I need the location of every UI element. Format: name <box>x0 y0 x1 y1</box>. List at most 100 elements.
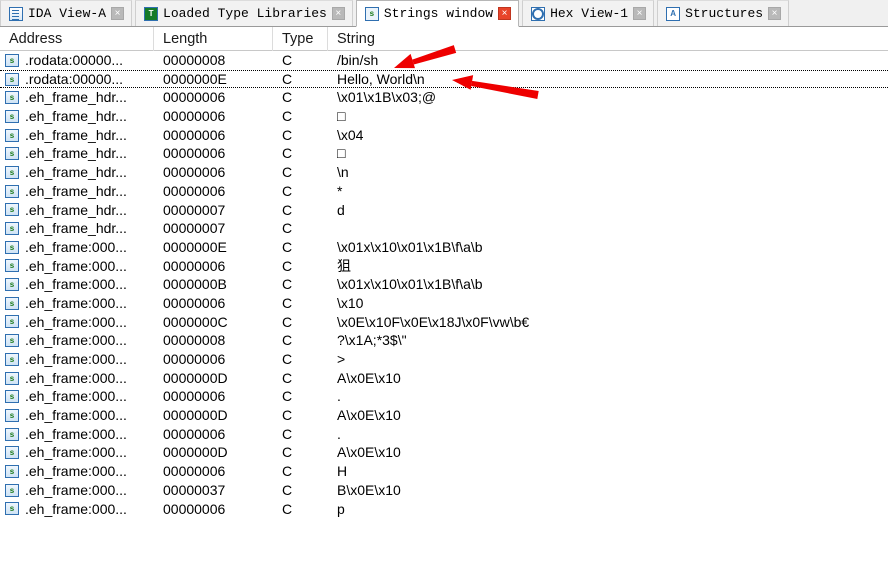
cell-address: s .eh_frame_hdr... <box>0 107 154 126</box>
cell-length: 0000000C <box>163 313 228 330</box>
address-text: .rodata:00000... <box>25 52 124 68</box>
tab-loaded-type-libraries[interactable]: T Loaded Type Libraries × <box>135 0 353 26</box>
cell-address: s .eh_frame:000... <box>0 369 154 388</box>
table-row[interactable]: s .eh_frame:000... 0000000C C \x0E\x10F\x0E\… <box>0 313 888 332</box>
cell-address: s .eh_frame_hdr... <box>0 219 154 238</box>
table-row[interactable]: s .eh_frame_hdr... 00000006 C \n <box>0 163 888 182</box>
address-text: .eh_frame:000... <box>25 407 127 424</box>
strings-icon: s <box>364 6 379 21</box>
cell-length: 00000006 <box>163 182 226 199</box>
table-row[interactable]: s .eh_frame_hdr... 00000006 C * <box>0 182 888 201</box>
address-text: .eh_frame:000... <box>25 481 127 498</box>
cell-address: s .eh_frame_hdr... <box>0 88 154 107</box>
tab-close-icon[interactable]: × <box>331 7 345 20</box>
cell-type: C <box>282 182 293 199</box>
table-row[interactable]: s .eh_frame_hdr... 00000007 Cd <box>0 201 888 220</box>
table-row[interactable]: s .eh_frame:000... 00000006 C > <box>0 350 888 369</box>
address-text: .eh_frame_hdr... <box>25 164 127 181</box>
cell-address: s .eh_frame_hdr... <box>0 144 154 163</box>
column-header-address[interactable]: Address <box>0 26 154 51</box>
cell-length: 0000000D <box>163 369 228 386</box>
tab-strings-window[interactable]: s Strings window × <box>355 0 520 27</box>
string-item-icon: s <box>5 408 19 422</box>
cell-address: s .eh_frame:000... <box>0 443 154 462</box>
table-row[interactable]: s .eh_frame:000... 0000000D C A\x0E\x10 <box>0 369 888 388</box>
cell-address: s .eh_frame:000... <box>0 294 154 313</box>
table-row[interactable]: s .eh_frame:000... 00000006 C \x10 <box>0 294 888 313</box>
cell-string: \x01x\x10\x01\x1B\f\a\b <box>337 238 483 255</box>
strings-window-app: IDA View-A × T Loaded Type Libraries × s… <box>0 0 888 573</box>
cell-string: Hello, World\n <box>337 70 425 87</box>
table-row[interactable]: s .eh_frame:000... 00000008 C ?\x1A;*3$\" <box>0 331 888 350</box>
cell-length: 00000006 <box>163 425 226 442</box>
string-item-icon: s <box>5 203 19 217</box>
address-text: .rodata:00000... <box>25 70 124 87</box>
table-row[interactable]: s .eh_frame:000... 00000006 C. <box>0 425 888 444</box>
table-row[interactable]: s .eh_frame:000... 0000000D C A\x0E\x10 <box>0 406 888 425</box>
tab-close-icon[interactable]: × <box>768 7 782 20</box>
table-row[interactable]: s .eh_frame:000... 00000006 C. <box>0 387 888 406</box>
column-header-length[interactable]: Length <box>154 26 273 51</box>
address-text: .eh_frame:000... <box>25 388 127 405</box>
table-row[interactable]: s .eh_frame_hdr... 00000006 C \x04 <box>0 126 888 145</box>
string-item-icon: s <box>5 109 19 123</box>
cell-type: C <box>282 52 293 68</box>
cell-address: s .eh_frame:000... <box>0 350 154 369</box>
column-header-type[interactable]: Type <box>273 26 328 51</box>
table-row[interactable]: s .eh_frame:000... 00000037 C B\x0E\x10 <box>0 481 888 500</box>
cell-type: C <box>282 444 293 461</box>
tab-close-icon[interactable]: × <box>111 7 125 20</box>
string-item-icon: s <box>5 446 19 460</box>
cell-string: B\x0E\x10 <box>337 481 401 498</box>
cell-string: A\x0E\x10 <box>337 407 401 424</box>
cell-length: 0000000E <box>163 70 227 87</box>
tab-label: Structures <box>685 6 764 21</box>
tab-close-icon[interactable]: × <box>633 7 647 20</box>
address-text: .eh_frame_hdr... <box>25 201 127 218</box>
cell-type: C <box>282 108 293 125</box>
tab-bar: IDA View-A × T Loaded Type Libraries × s… <box>0 0 888 27</box>
string-item-icon: s <box>5 334 19 348</box>
table-body: s .rodata:00000... 00000008 C/bin/sh s .rodat… <box>0 51 888 518</box>
cell-address: s .eh_frame:000... <box>0 387 154 406</box>
cell-address: s .eh_frame_hdr... <box>0 163 154 182</box>
cell-string: ?\x1A;*3$\" <box>337 332 407 349</box>
cell-length: 00000006 <box>163 388 226 405</box>
table-row[interactable]: s .eh_frame:000... 0000000E C \x01x\x10\x01\… <box>0 238 888 257</box>
string-item-icon: s <box>5 502 19 516</box>
table-row[interactable]: s .eh_frame:000... 0000000B C \x01x\x10\x01\… <box>0 275 888 294</box>
cell-string: \n <box>337 164 349 181</box>
table-row[interactable]: s .eh_frame:000... 00000006 C 狙 <box>0 257 888 276</box>
address-text: .eh_frame:000... <box>25 313 127 330</box>
tab-hex-view-1[interactable]: Hex View-1 × <box>522 0 655 26</box>
cell-type: C <box>282 407 293 424</box>
address-text: .eh_frame:000... <box>25 332 127 349</box>
strings-table: Address Length Type String s .rodata:0000… <box>0 26 888 518</box>
table-row[interactable]: s .eh_frame_hdr... 00000006 C □ <box>0 107 888 126</box>
cell-length: 0000000D <box>163 407 228 424</box>
table-row[interactable]: s .eh_frame:000... 00000006 Cp <box>0 500 888 519</box>
table-row[interactable]: s .eh_frame_hdr... 00000006 C □ <box>0 144 888 163</box>
cell-type: C <box>282 313 293 330</box>
tab-structures[interactable]: A Structures × <box>657 0 790 26</box>
table-row[interactable]: s .eh_frame_hdr... 00000007 C <box>0 219 888 238</box>
cell-address: s .rodata:00000... <box>0 70 154 89</box>
table-row[interactable]: s .eh_frame:000... 0000000D C A\x0E\x10 <box>0 443 888 462</box>
string-item-icon: s <box>5 352 19 366</box>
cell-length: 00000006 <box>163 126 226 143</box>
table-row[interactable]: s .eh_frame:000... 00000006 C H <box>0 462 888 481</box>
cell-type: C <box>282 257 293 274</box>
cell-length: 00000006 <box>163 351 226 367</box>
column-header-string[interactable]: String <box>328 27 888 51</box>
string-item-icon: s <box>5 72 19 86</box>
table-row[interactable]: s .rodata:00000... 00000008 C/bin/sh <box>0 51 888 70</box>
table-row[interactable]: s .eh_frame_hdr... 00000006 C \x01\x1B\x03;@ <box>0 88 888 107</box>
tab-ida-view-a[interactable]: IDA View-A × <box>0 0 133 26</box>
cell-string: A\x0E\x10 <box>337 444 401 461</box>
cell-address: s .eh_frame:000... <box>0 275 154 294</box>
cell-length: 00000006 <box>163 463 226 480</box>
string-item-icon: s <box>5 371 19 385</box>
tab-close-icon[interactable]: × <box>498 7 512 20</box>
string-item-icon: s <box>5 296 19 310</box>
table-row[interactable]: s .rodata:00000... 0000000E C Hello, World\n <box>0 69 888 89</box>
